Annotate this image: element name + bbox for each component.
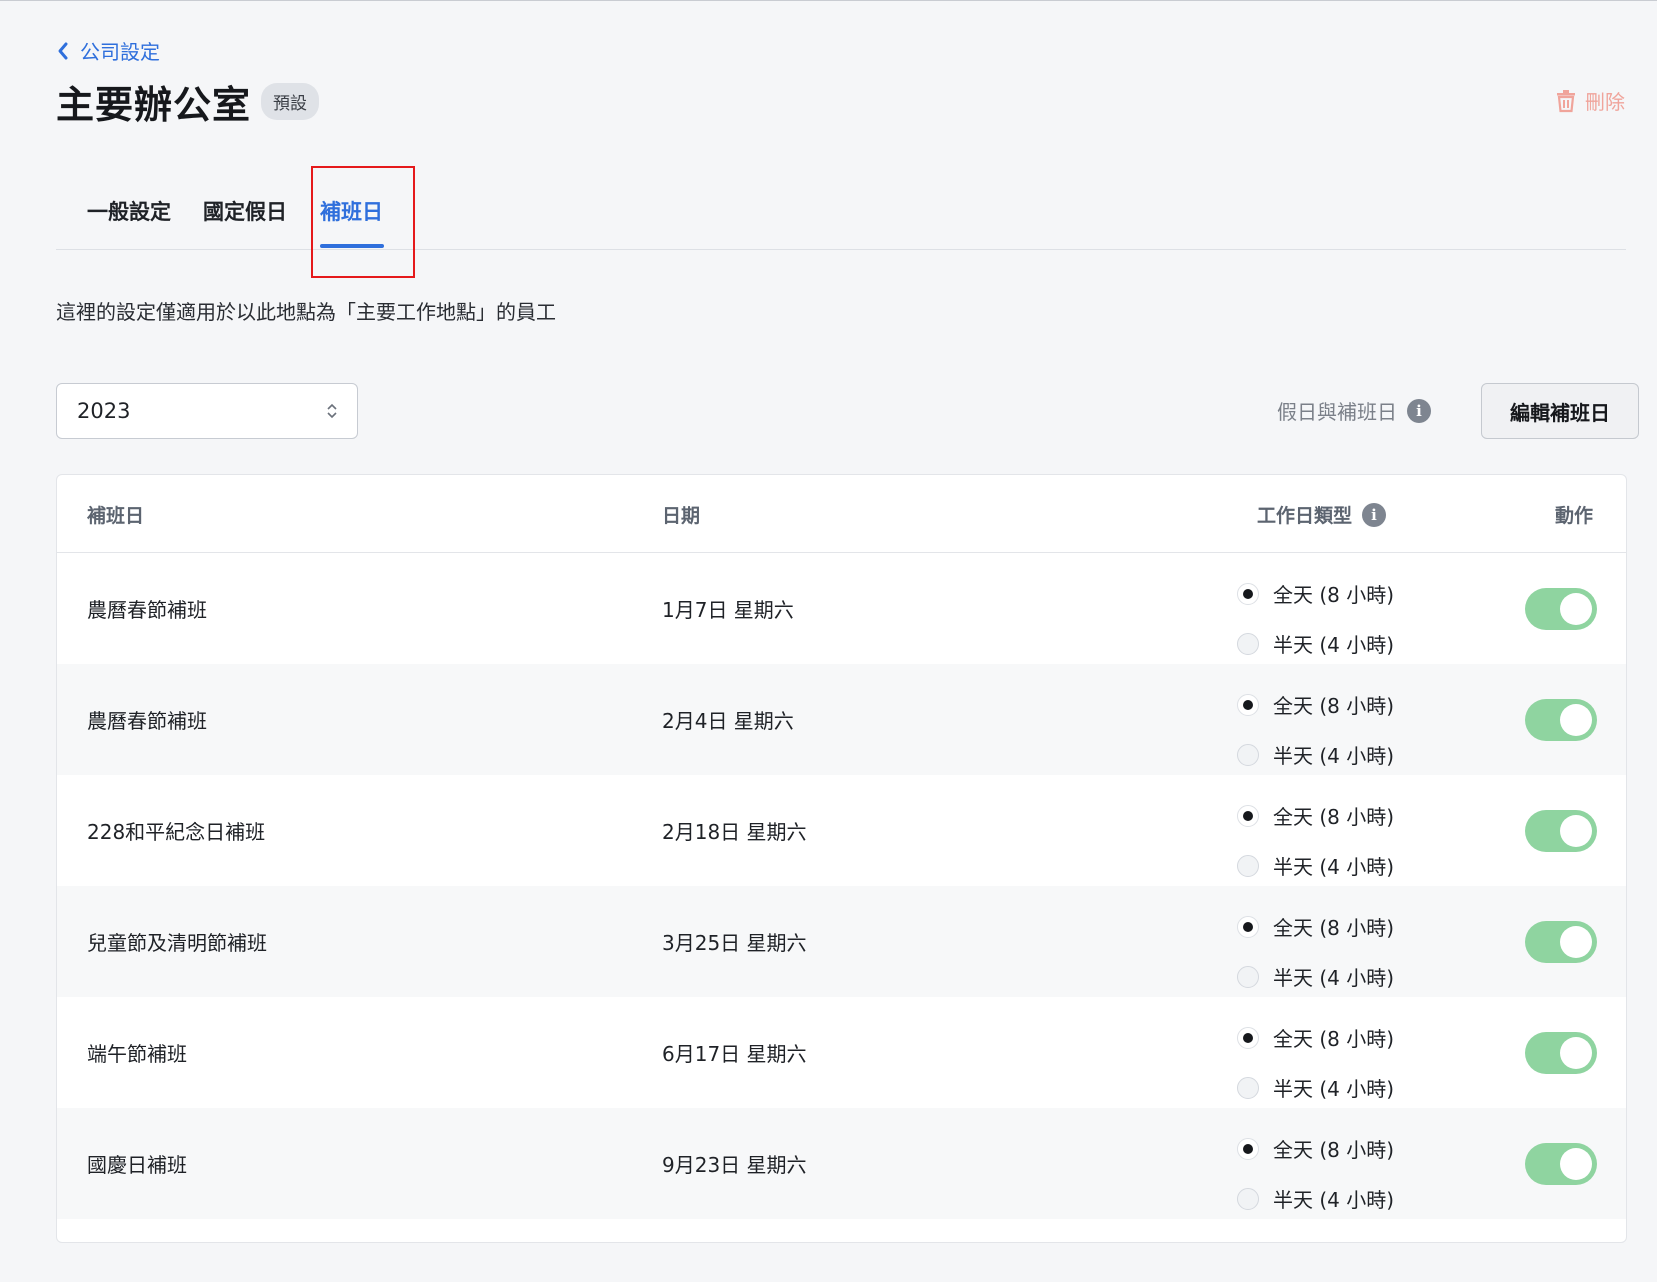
column-header-date: 日期 (662, 505, 701, 527)
sort-arrows-icon (327, 403, 337, 419)
table-row: 228和平紀念日補班 2月18日 星期六 全天 (8 小時) 半天 (4 小時) (57, 775, 1626, 886)
enable-toggle[interactable] (1525, 1143, 1597, 1185)
radio-full-day[interactable]: 全天 (8 小時) (1237, 1134, 1394, 1163)
radio-label: 全天 (8 小時) (1273, 916, 1395, 940)
radio-half-day[interactable]: 半天 (4 小時) (1237, 1184, 1394, 1213)
row-date: 2月18日 星期六 (662, 820, 807, 844)
chevron-left-icon (58, 42, 68, 59)
radio-button[interactable] (1237, 854, 1259, 877)
back-link-label: 公司設定 (80, 40, 160, 64)
radio-button[interactable] (1237, 1137, 1259, 1160)
toggle-knob (1560, 1037, 1592, 1069)
tab-makeup-workdays[interactable]: 補班日 (320, 196, 383, 226)
row-date: 1月7日 星期六 (662, 598, 794, 622)
delete-button[interactable]: 刪除 (1555, 86, 1625, 115)
radio-button[interactable] (1237, 1076, 1259, 1099)
enable-toggle[interactable] (1525, 921, 1597, 963)
radio-label: 全天 (8 小時) (1273, 1027, 1395, 1051)
legend: 假日與補班日 i (1277, 396, 1431, 425)
enable-toggle[interactable] (1525, 810, 1597, 852)
radio-label: 半天 (4 小時) (1273, 966, 1395, 990)
row-date: 2月4日 星期六 (662, 709, 794, 733)
radio-full-day[interactable]: 全天 (8 小時) (1237, 1023, 1394, 1052)
toggle-knob (1560, 1148, 1592, 1180)
radio-full-day[interactable]: 全天 (8 小時) (1237, 579, 1394, 608)
enable-toggle[interactable] (1525, 699, 1597, 741)
default-badge: 預設 (261, 83, 320, 120)
info-icon[interactable]: i (1362, 502, 1387, 527)
table-row: 國慶日補班 9月23日 星期六 全天 (8 小時) 半天 (4 小時) (57, 1108, 1626, 1219)
radio-button[interactable] (1237, 582, 1259, 605)
radio-label: 全天 (8 小時) (1273, 805, 1395, 829)
title-row: 主要辦公室 預設 (56, 74, 320, 129)
row-date: 6月17日 星期六 (662, 1042, 807, 1066)
row-date: 9月23日 星期六 (662, 1153, 807, 1177)
table-body: 農曆春節補班 1月7日 星期六 全天 (8 小時) 半天 (4 小時) 農曆春節… (57, 553, 1626, 1219)
radio-half-day[interactable]: 半天 (4 小時) (1237, 629, 1394, 658)
toggle-knob (1560, 926, 1592, 958)
tab-national-holidays[interactable]: 國定假日 (203, 196, 287, 226)
makeup-days-table: 補班日 日期 工作日類型 i 動作 農曆春節補班 1月7日 星期六 全天 (8 … (56, 474, 1627, 1243)
page-title: 主要辦公室 (56, 83, 252, 127)
radio-label: 全天 (8 小時) (1273, 694, 1395, 718)
radio-full-day[interactable]: 全天 (8 小時) (1237, 912, 1394, 941)
row-name: 228和平紀念日補班 (87, 820, 266, 844)
radio-half-day[interactable]: 半天 (4 小時) (1237, 962, 1394, 991)
table-row: 端午節補班 6月17日 星期六 全天 (8 小時) 半天 (4 小時) (57, 997, 1626, 1108)
edit-makeup-days-button[interactable]: 編輯補班日 (1481, 383, 1639, 439)
top-border (0, 0, 1657, 1)
trash-icon (1557, 89, 1575, 112)
table-row: 兒童節及清明節補班 3月25日 星期六 全天 (8 小時) 半天 (4 小時) (57, 886, 1626, 997)
row-name: 國慶日補班 (87, 1153, 187, 1177)
row-date: 3月25日 星期六 (662, 931, 807, 955)
radio-full-day[interactable]: 全天 (8 小時) (1237, 801, 1394, 830)
radio-label: 半天 (4 小時) (1273, 1188, 1395, 1212)
scope-note: 這裡的設定僅適用於以此地點為「主要工作地點」的員工 (56, 300, 556, 324)
radio-full-day[interactable]: 全天 (8 小時) (1237, 690, 1394, 719)
radio-button[interactable] (1237, 693, 1259, 716)
column-header-action: 動作 (1555, 505, 1594, 527)
radio-half-day[interactable]: 半天 (4 小時) (1237, 740, 1394, 769)
tab-bar: 一般設定 國定假日 補班日 (56, 160, 1626, 250)
radio-label: 全天 (8 小時) (1273, 583, 1395, 607)
row-name: 兒童節及清明節補班 (87, 931, 267, 955)
radio-button[interactable] (1237, 804, 1259, 827)
toggle-knob (1560, 815, 1592, 847)
tab-general[interactable]: 一般設定 (87, 196, 171, 226)
info-icon[interactable]: i (1407, 398, 1431, 423)
radio-label: 半天 (4 小時) (1273, 633, 1395, 657)
legend-label: 假日與補班日 (1277, 400, 1397, 424)
delete-label: 刪除 (1585, 90, 1625, 114)
row-name: 端午節補班 (87, 1042, 187, 1066)
year-select-value: 2023 (77, 399, 131, 423)
toggle-knob (1560, 704, 1592, 736)
radio-half-day[interactable]: 半天 (4 小時) (1237, 851, 1394, 880)
enable-toggle[interactable] (1525, 588, 1597, 630)
radio-half-day[interactable]: 半天 (4 小時) (1237, 1073, 1394, 1102)
radio-button[interactable] (1237, 1026, 1259, 1049)
row-name: 農曆春節補班 (87, 598, 207, 622)
table-header: 補班日 日期 工作日類型 i 動作 (57, 475, 1626, 553)
toggle-knob (1560, 593, 1592, 625)
table-row: 農曆春節補班 1月7日 星期六 全天 (8 小時) 半天 (4 小時) (57, 553, 1626, 664)
year-select[interactable]: 2023 (56, 383, 358, 439)
active-tab-indicator (320, 244, 384, 248)
table-row: 農曆春節補班 2月4日 星期六 全天 (8 小時) 半天 (4 小時) (57, 664, 1626, 775)
row-name: 農曆春節補班 (87, 709, 207, 733)
radio-button[interactable] (1237, 915, 1259, 938)
radio-button[interactable] (1237, 632, 1259, 655)
back-link[interactable]: 公司設定 (56, 36, 160, 65)
radio-button[interactable] (1237, 743, 1259, 766)
enable-toggle[interactable] (1525, 1032, 1597, 1074)
radio-button[interactable] (1237, 965, 1259, 988)
column-header-type: 工作日類型 i (1257, 501, 1387, 528)
radio-label: 半天 (4 小時) (1273, 1077, 1395, 1101)
radio-label: 半天 (4 小時) (1273, 744, 1395, 768)
radio-label: 半天 (4 小時) (1273, 855, 1395, 879)
radio-label: 全天 (8 小時) (1273, 1138, 1395, 1162)
radio-button[interactable] (1237, 1187, 1259, 1210)
column-header-name: 補班日 (87, 505, 145, 527)
